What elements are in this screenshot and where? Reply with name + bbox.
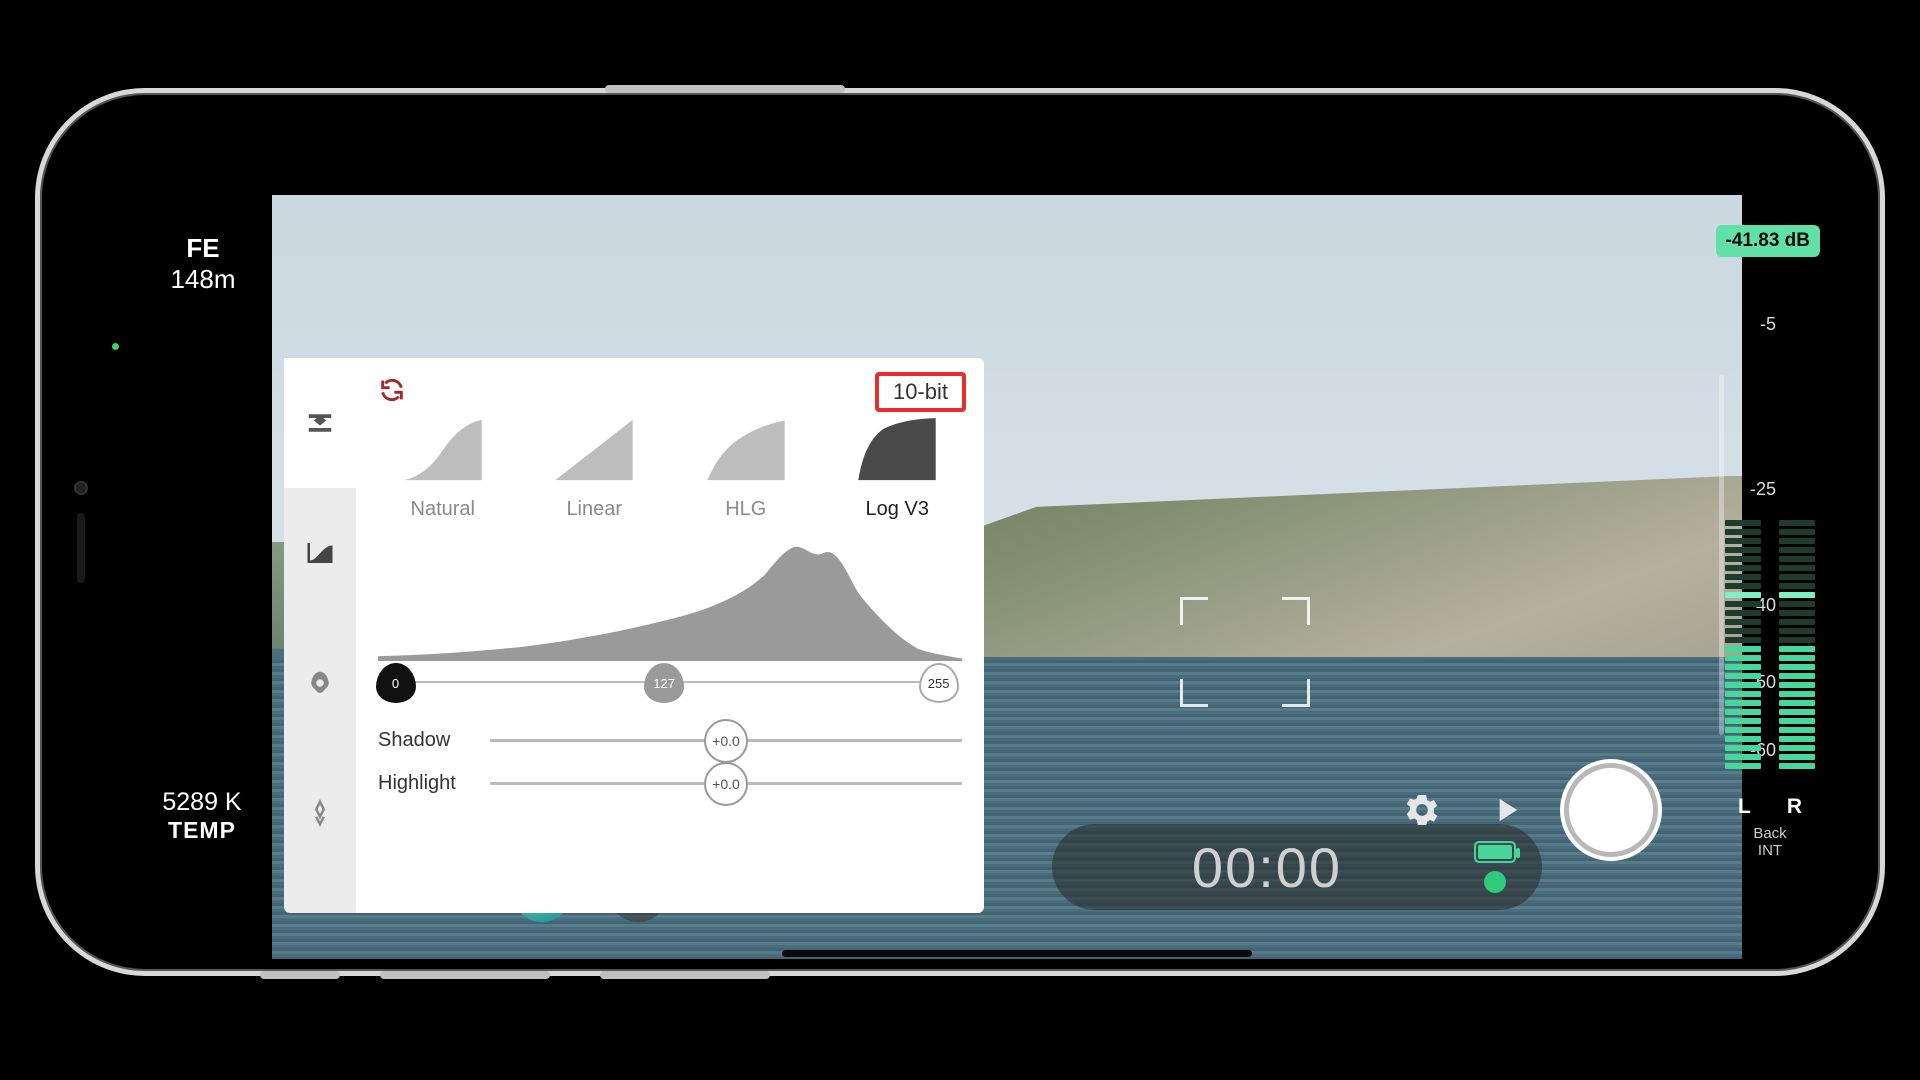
audio-meter-pane: -41.83 dB -5 -25 -40 -50 -60 L R	[1690, 225, 1820, 859]
reset-button[interactable]	[378, 376, 406, 409]
kelvin-label: TEMP	[132, 817, 272, 844]
gamma-panel: 10-bit Natural Linear HLG	[284, 358, 984, 913]
kelvin-value: 5289 K	[132, 788, 272, 817]
audio-meters	[1720, 469, 1820, 769]
record-button[interactable]	[1564, 763, 1658, 857]
audio-source-label[interactable]: Back INT	[1720, 825, 1820, 859]
focus-mode-label: FE	[148, 233, 258, 264]
db-level-badge[interactable]: -41.83 dB	[1716, 225, 1820, 257]
curve-hlg-button[interactable]: HLG	[681, 415, 811, 521]
white-point-pin[interactable]: 255	[919, 663, 959, 703]
tab-color[interactable]	[284, 618, 356, 748]
mid-point-pin[interactable]: 127	[644, 663, 684, 703]
channel-left-label: L	[1738, 795, 1751, 819]
hw-button-bottom-1	[380, 971, 550, 979]
hw-button-top	[605, 85, 845, 93]
tab-style[interactable]	[284, 748, 356, 878]
highlight-knob[interactable]: +0.0	[704, 762, 748, 806]
hw-button-bottom-3	[260, 971, 340, 979]
hw-button-bottom-2	[600, 971, 770, 979]
black-point-pin[interactable]: 0	[376, 663, 416, 703]
bit-depth-badge[interactable]: 10-bit	[875, 372, 966, 412]
channel-right-label: R	[1787, 795, 1802, 819]
highlight-label: Highlight	[378, 772, 474, 795]
home-indicator[interactable]	[782, 950, 1252, 957]
transport-controls	[1396, 763, 1658, 857]
curve-natural-button[interactable]: Natural	[378, 415, 508, 521]
earpiece-icon	[77, 513, 85, 583]
settings-button[interactable]	[1396, 784, 1448, 836]
camera-active-indicator-icon	[112, 343, 119, 350]
tab-gamma[interactable]	[284, 358, 356, 488]
device-notch	[62, 432, 100, 632]
shadow-label: Shadow	[378, 729, 474, 752]
curve-linear-button[interactable]: Linear	[530, 415, 660, 521]
highlight-slider[interactable]: +0.0	[490, 782, 962, 785]
histogram	[378, 541, 962, 661]
shadow-knob[interactable]: +0.0	[704, 719, 748, 763]
front-camera-icon	[74, 481, 88, 495]
storage-indicator-icon	[1484, 871, 1506, 893]
focus-reticle[interactable]	[1180, 597, 1310, 707]
focus-distance-value: 148m	[148, 264, 258, 295]
meter-left	[1725, 469, 1761, 769]
shadow-slider[interactable]: +0.0	[490, 739, 962, 742]
meter-right	[1779, 469, 1815, 769]
db-tick: -5	[1760, 314, 1776, 335]
panel-tabs	[284, 358, 356, 913]
curve-logv3-button[interactable]: Log V3	[833, 415, 963, 521]
levels-axis[interactable]: 0 127 255	[378, 663, 962, 709]
phone-frame: FE 148m 5289 K TEMP 00:00	[35, 88, 1885, 976]
focus-readout: FE 148m	[148, 233, 258, 295]
play-button[interactable]	[1480, 784, 1532, 836]
tab-levels[interactable]	[284, 488, 356, 618]
white-balance-readout[interactable]: 5289 K TEMP	[132, 788, 272, 844]
